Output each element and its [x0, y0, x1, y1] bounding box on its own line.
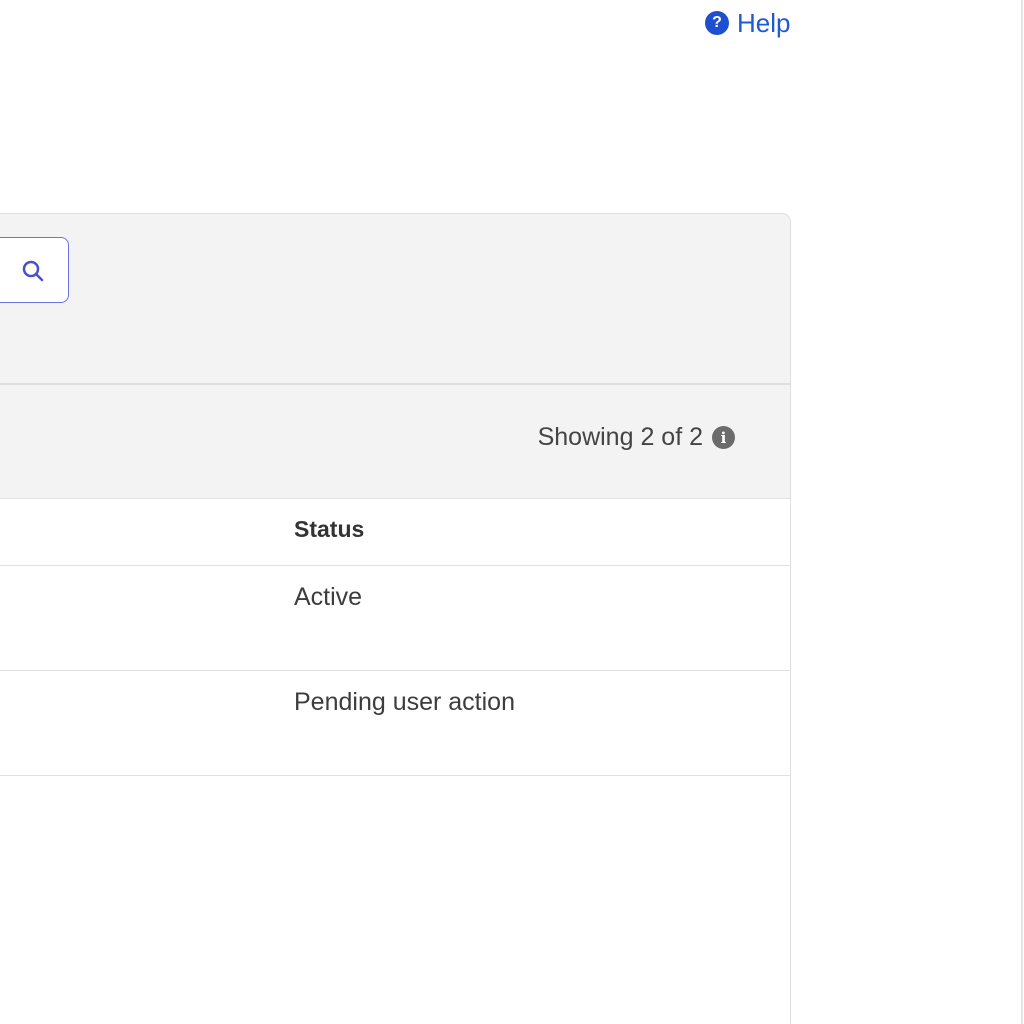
table-header: Status — [0, 499, 790, 566]
info-circle-icon[interactable]: i — [712, 426, 735, 449]
status-column-header[interactable]: Status — [294, 516, 364, 543]
table-row[interactable]: Active — [0, 566, 790, 671]
results-panel: Showing 2 of 2 i Status Active Pending u… — [0, 213, 791, 1024]
panel-toolbar — [0, 214, 790, 385]
showing-text: Showing 2 of 2 — [537, 423, 703, 451]
status-cell: Pending user action — [294, 688, 515, 716]
results-count: Showing 2 of 2 i — [538, 423, 735, 452]
right-divider — [1021, 0, 1023, 1024]
help-label: Help — [737, 7, 791, 38]
summary-bar: Showing 2 of 2 i — [0, 385, 790, 499]
search-button[interactable] — [0, 237, 69, 303]
help-link[interactable]: ? Help — [705, 8, 790, 38]
page: ? Help Showing 2 of 2 i Status Active Pe… — [0, 0, 1024, 1024]
status-cell: Active — [294, 583, 363, 611]
results-table: Status Active Pending user action — [0, 499, 790, 776]
question-circle-icon: ? — [705, 11, 729, 35]
table-row[interactable]: Pending user action — [0, 671, 790, 776]
search-icon — [22, 260, 44, 282]
